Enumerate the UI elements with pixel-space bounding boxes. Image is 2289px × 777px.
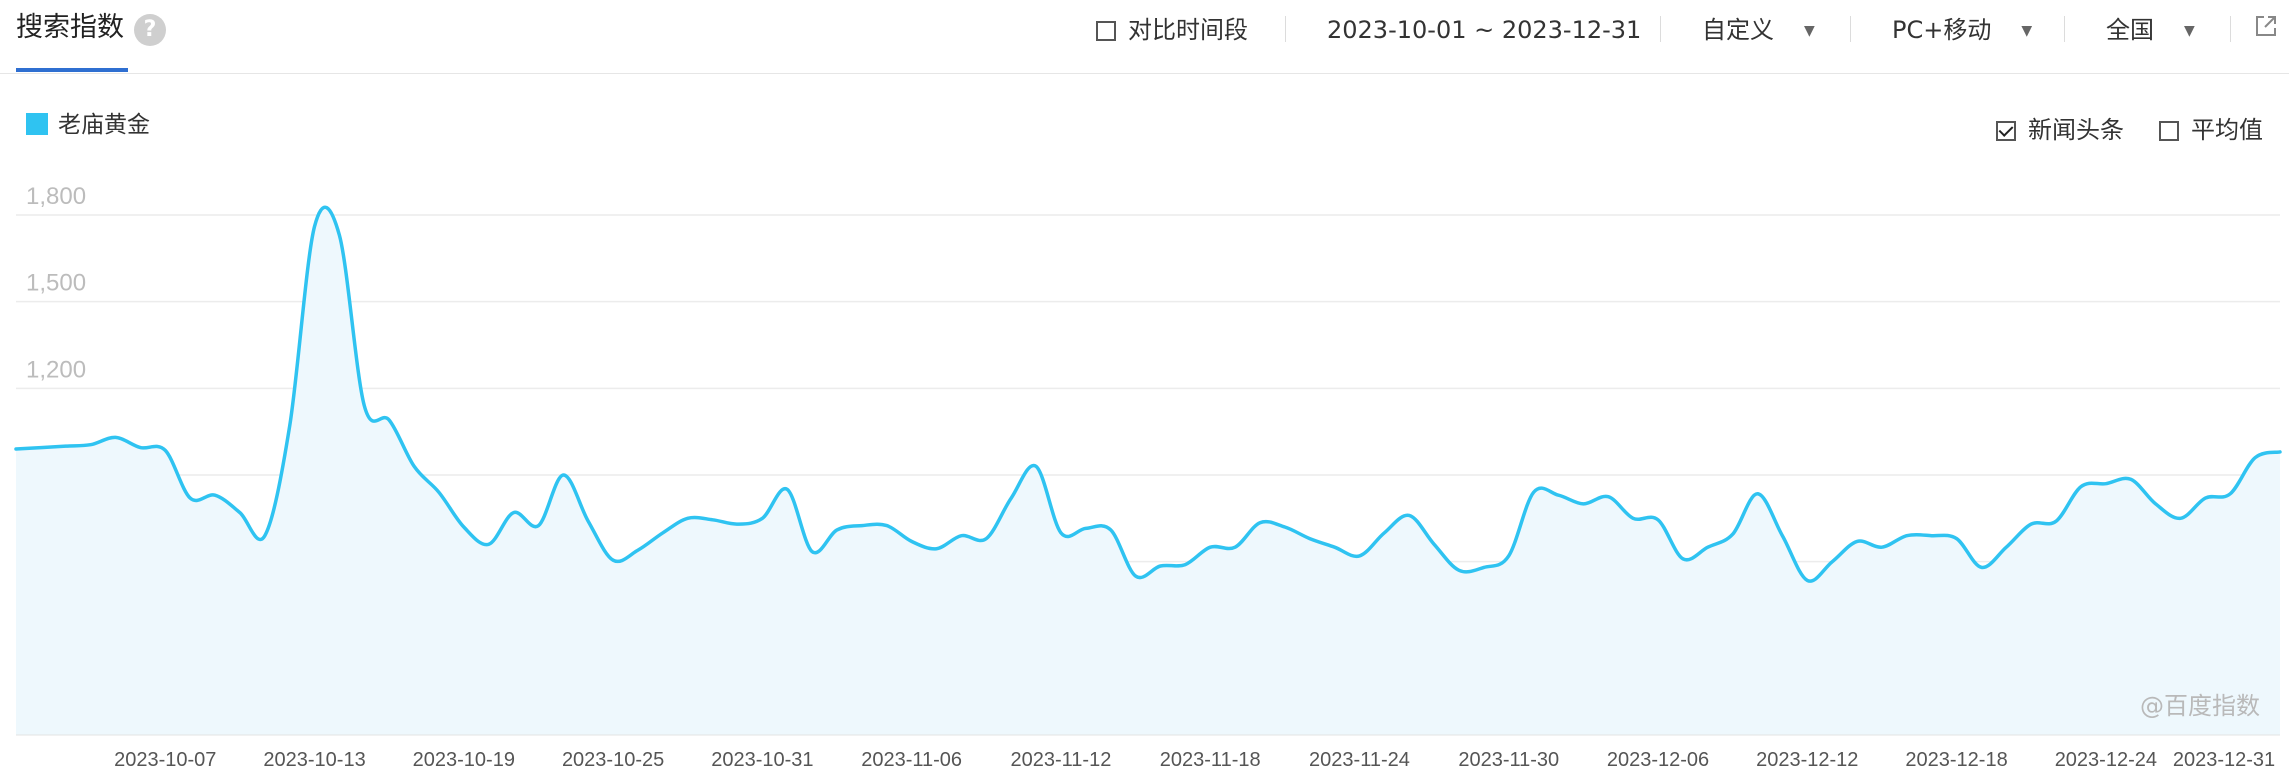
search-index-chart: 3006009001,2001,5001,8002023-10-072023-1… (14, 183, 2282, 771)
x-tick-label: 2023-10-07 (114, 749, 216, 771)
x-tick-label: 2023-12-24 (2055, 749, 2157, 771)
x-tick-label: 2023-12-06 (1607, 749, 1709, 771)
x-tick-label: 2023-10-31 (711, 749, 813, 771)
x-tick-label: 2023-11-12 (1011, 749, 1112, 771)
watermark: @百度指数 (2140, 692, 2260, 720)
y-tick-label: 1,500 (26, 270, 86, 297)
x-tick-label: 2023-10-25 (562, 749, 664, 771)
y-tick-label: 1,800 (26, 183, 86, 210)
x-tick-label: 2023-12-31 (2173, 749, 2275, 771)
x-tick-label: 2023-12-12 (1756, 749, 1858, 771)
y-tick-label: 1,200 (26, 356, 86, 383)
x-tick-label: 2023-11-24 (1309, 749, 1410, 771)
x-tick-label: 2023-11-30 (1458, 749, 1559, 771)
series-area (16, 207, 2280, 735)
x-tick-label: 2023-12-18 (1905, 749, 2007, 771)
x-tick-label: 2023-11-18 (1160, 749, 1261, 771)
x-tick-label: 2023-10-13 (263, 749, 365, 771)
x-tick-label: 2023-11-06 (861, 749, 962, 771)
x-tick-label: 2023-10-19 (413, 749, 515, 771)
